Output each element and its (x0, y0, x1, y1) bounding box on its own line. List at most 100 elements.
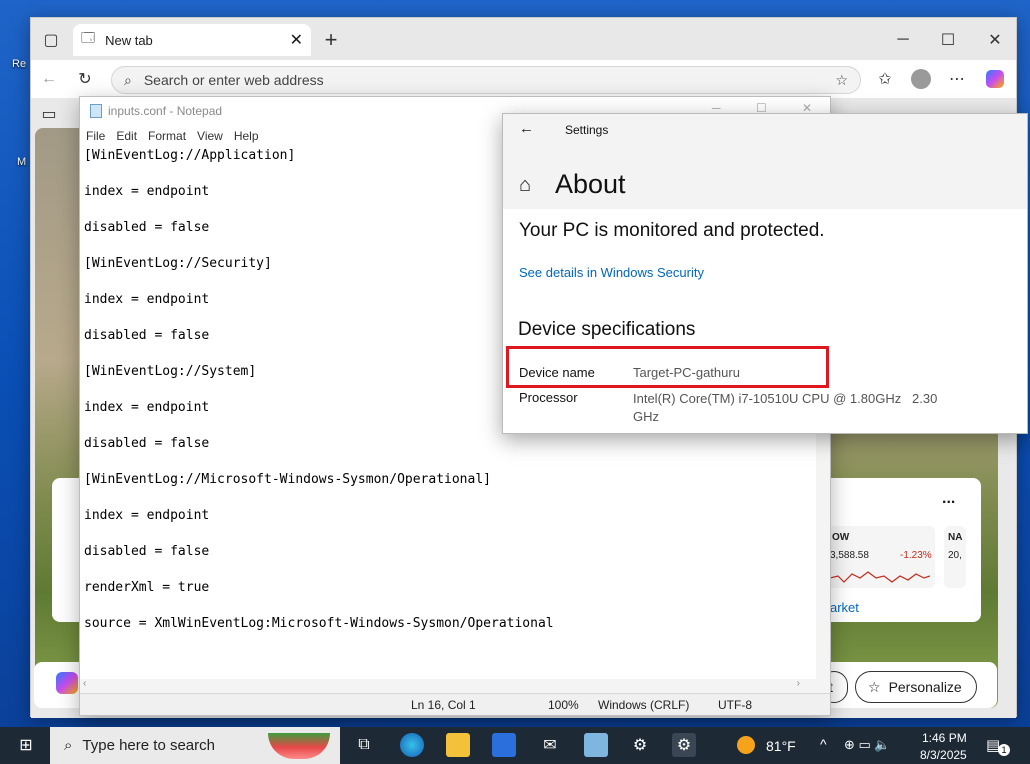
favorite-star-icon[interactable]: ☆ (835, 72, 848, 89)
windows-security-link[interactable]: See details in Windows Security (519, 265, 704, 280)
favorites-icon[interactable]: ✩ (871, 65, 899, 93)
back-arrow-icon[interactable]: ← (519, 120, 534, 137)
copilot-logo-icon[interactable] (56, 672, 78, 694)
address-bar[interactable]: ⌕ Search or enter web address ☆ (111, 66, 861, 94)
status-zoom: 100% (548, 698, 579, 712)
text-line: index = endpoint (84, 508, 210, 523)
text-line: disabled = false (84, 436, 210, 451)
notepad-text-area[interactable]: [WinEventLog://Application] index = endp… (84, 147, 554, 651)
more-options-icon[interactable]: ⋯ (943, 65, 971, 93)
spec-value-device-name: Target-PC-gathuru (633, 365, 740, 380)
desktop-icon-label-recycle-bin[interactable]: Re (12, 58, 26, 70)
settings-window: ← Settings ⌂ About Your PC is monitored … (502, 113, 1028, 434)
text-line: [WinEventLog://Microsoft-Windows-Sysmon/… (84, 472, 491, 487)
notepad-title: inputs.conf - Notepad (108, 104, 223, 118)
tray-system-icons[interactable]: ⊕ ▭ 🔈 (844, 737, 891, 753)
settings-app-title: Settings (565, 123, 609, 137)
device-specifications-heading: Device specifications (518, 319, 696, 340)
task-view-icon[interactable]: ⧉ (352, 733, 376, 757)
text-line: disabled = false (84, 544, 210, 559)
stock-card-na[interactable]: NA 20, (944, 526, 966, 588)
menu-format[interactable]: Format (148, 129, 186, 143)
status-position: Ln 16, Col 1 (411, 698, 476, 712)
text-line: index = endpoint (84, 292, 210, 307)
close-window-icon[interactable]: ✕ (981, 26, 1009, 54)
tray-chevron-icon[interactable]: ^ (820, 736, 827, 752)
taskbar-search[interactable]: ⌕ Type here to search (50, 727, 340, 764)
close-tab-icon[interactable]: ✕ (290, 30, 303, 50)
settings-active-gear-icon[interactable]: ⚙ (672, 733, 696, 757)
market-link[interactable]: arket (830, 600, 859, 615)
new-tab-plus-icon[interactable]: + (317, 26, 345, 54)
taskbar-search-placeholder: Type here to search (82, 737, 215, 754)
tab-title: New tab (105, 32, 153, 48)
refresh-icon[interactable]: ↻ (71, 65, 99, 93)
notepad-icon (90, 104, 102, 118)
search-icon: ⌕ (64, 737, 73, 754)
weather-sun-icon[interactable] (734, 733, 758, 757)
spec-label-processor: Processor (519, 390, 578, 405)
taskbar: ⊞ ⌕ Type here to search ⧉ ✉ ⚙ ⚙ 81°F ^ ⊕… (0, 727, 1030, 764)
weather-temperature[interactable]: 81°F (766, 738, 796, 754)
notification-count-badge: 1 (998, 744, 1010, 756)
page-title: About (555, 169, 626, 199)
menu-file[interactable]: File (86, 129, 105, 143)
stock-name: NA (948, 532, 963, 543)
stock-card-dow[interactable]: OW 3,588.58 -1.23% (828, 526, 935, 588)
tab-actions-icon[interactable]: ▢ (37, 26, 65, 54)
search-highlight-icon (268, 733, 330, 759)
tab-new-tab[interactable]: 🗔 New tab ✕ (73, 24, 311, 56)
horizontal-scrollbar[interactable]: ‹ › (80, 678, 818, 693)
menu-view[interactable]: View (197, 129, 223, 143)
desktop-icon-label-m[interactable]: M (17, 156, 26, 168)
mail-icon[interactable]: ✉ (538, 733, 562, 757)
clock-time[interactable]: 1:46 PM (922, 731, 967, 745)
protection-status: Your PC is monitored and protected. (519, 220, 825, 241)
settings-gear-icon[interactable]: ⚙ (628, 733, 652, 757)
text-line: index = endpoint (84, 400, 210, 415)
text-line: renderXml = true (84, 580, 210, 595)
personalize-icon: ☆ (868, 678, 881, 695)
menu-help[interactable]: Help (234, 129, 259, 143)
stock-name: OW (832, 532, 850, 543)
navigation-bar: ← ↻ ⌕ Search or enter web address ☆ ✩ ⋯ (31, 60, 1016, 98)
minimize-icon[interactable]: ─ (889, 26, 917, 54)
text-line: [WinEventLog://Application] (84, 148, 296, 163)
text-line: source = XmlWinEventLog:Microsoft-Window… (84, 616, 554, 631)
personalize-button[interactable]: ☆ Personalize (855, 671, 977, 703)
store-icon[interactable] (492, 733, 516, 757)
back-icon[interactable]: ← (35, 65, 63, 93)
text-line: [WinEventLog://Security] (84, 256, 272, 271)
sidebar-toggle-icon[interactable]: ▭ (35, 100, 63, 128)
notepad-taskbar-icon[interactable] (584, 733, 608, 757)
menu-edit[interactable]: Edit (116, 129, 137, 143)
new-tab-icon: 🗔 (81, 30, 96, 45)
text-line: disabled = false (84, 220, 210, 235)
address-placeholder: Search or enter web address (143, 72, 324, 88)
scroll-right-icon[interactable]: › (797, 678, 800, 689)
edge-taskbar-icon[interactable] (400, 733, 424, 757)
stock-change: -1.23% (900, 550, 932, 561)
clock-date[interactable]: 8/3/2025 (920, 748, 967, 762)
stock-sparkline (830, 571, 930, 583)
text-line: index = endpoint (84, 184, 210, 199)
stock-value: 20, (948, 550, 962, 561)
stock-value: 3,588.58 (830, 550, 869, 561)
copilot-icon[interactable] (981, 65, 1009, 93)
spec-value-processor: Intel(R) Core(TM) i7-10510U CPU @ 1.80GH… (633, 391, 941, 424)
news-more-icon[interactable]: ... (942, 490, 955, 508)
text-line: [WinEventLog://System] (84, 364, 257, 379)
status-encoding: UTF-8 (718, 698, 752, 712)
start-button[interactable]: ⊞ (14, 733, 38, 757)
personalize-label: Personalize (888, 679, 962, 695)
status-line-ending: Windows (CRLF) (598, 698, 690, 712)
spec-label-device-name: Device name (519, 365, 595, 380)
profile-avatar[interactable] (907, 65, 935, 93)
search-icon: ⌕ (124, 71, 132, 88)
scroll-left-icon[interactable]: ‹ (83, 678, 86, 689)
file-explorer-icon[interactable] (446, 733, 470, 757)
text-line: disabled = false (84, 328, 210, 343)
tab-strip: ▢ 🗔 New tab ✕ + ─ ☐ ✕ (31, 18, 1016, 60)
notepad-statusbar: Ln 16, Col 1 100% Windows (CRLF) UTF-8 (80, 693, 830, 715)
maximize-icon[interactable]: ☐ (934, 26, 962, 54)
